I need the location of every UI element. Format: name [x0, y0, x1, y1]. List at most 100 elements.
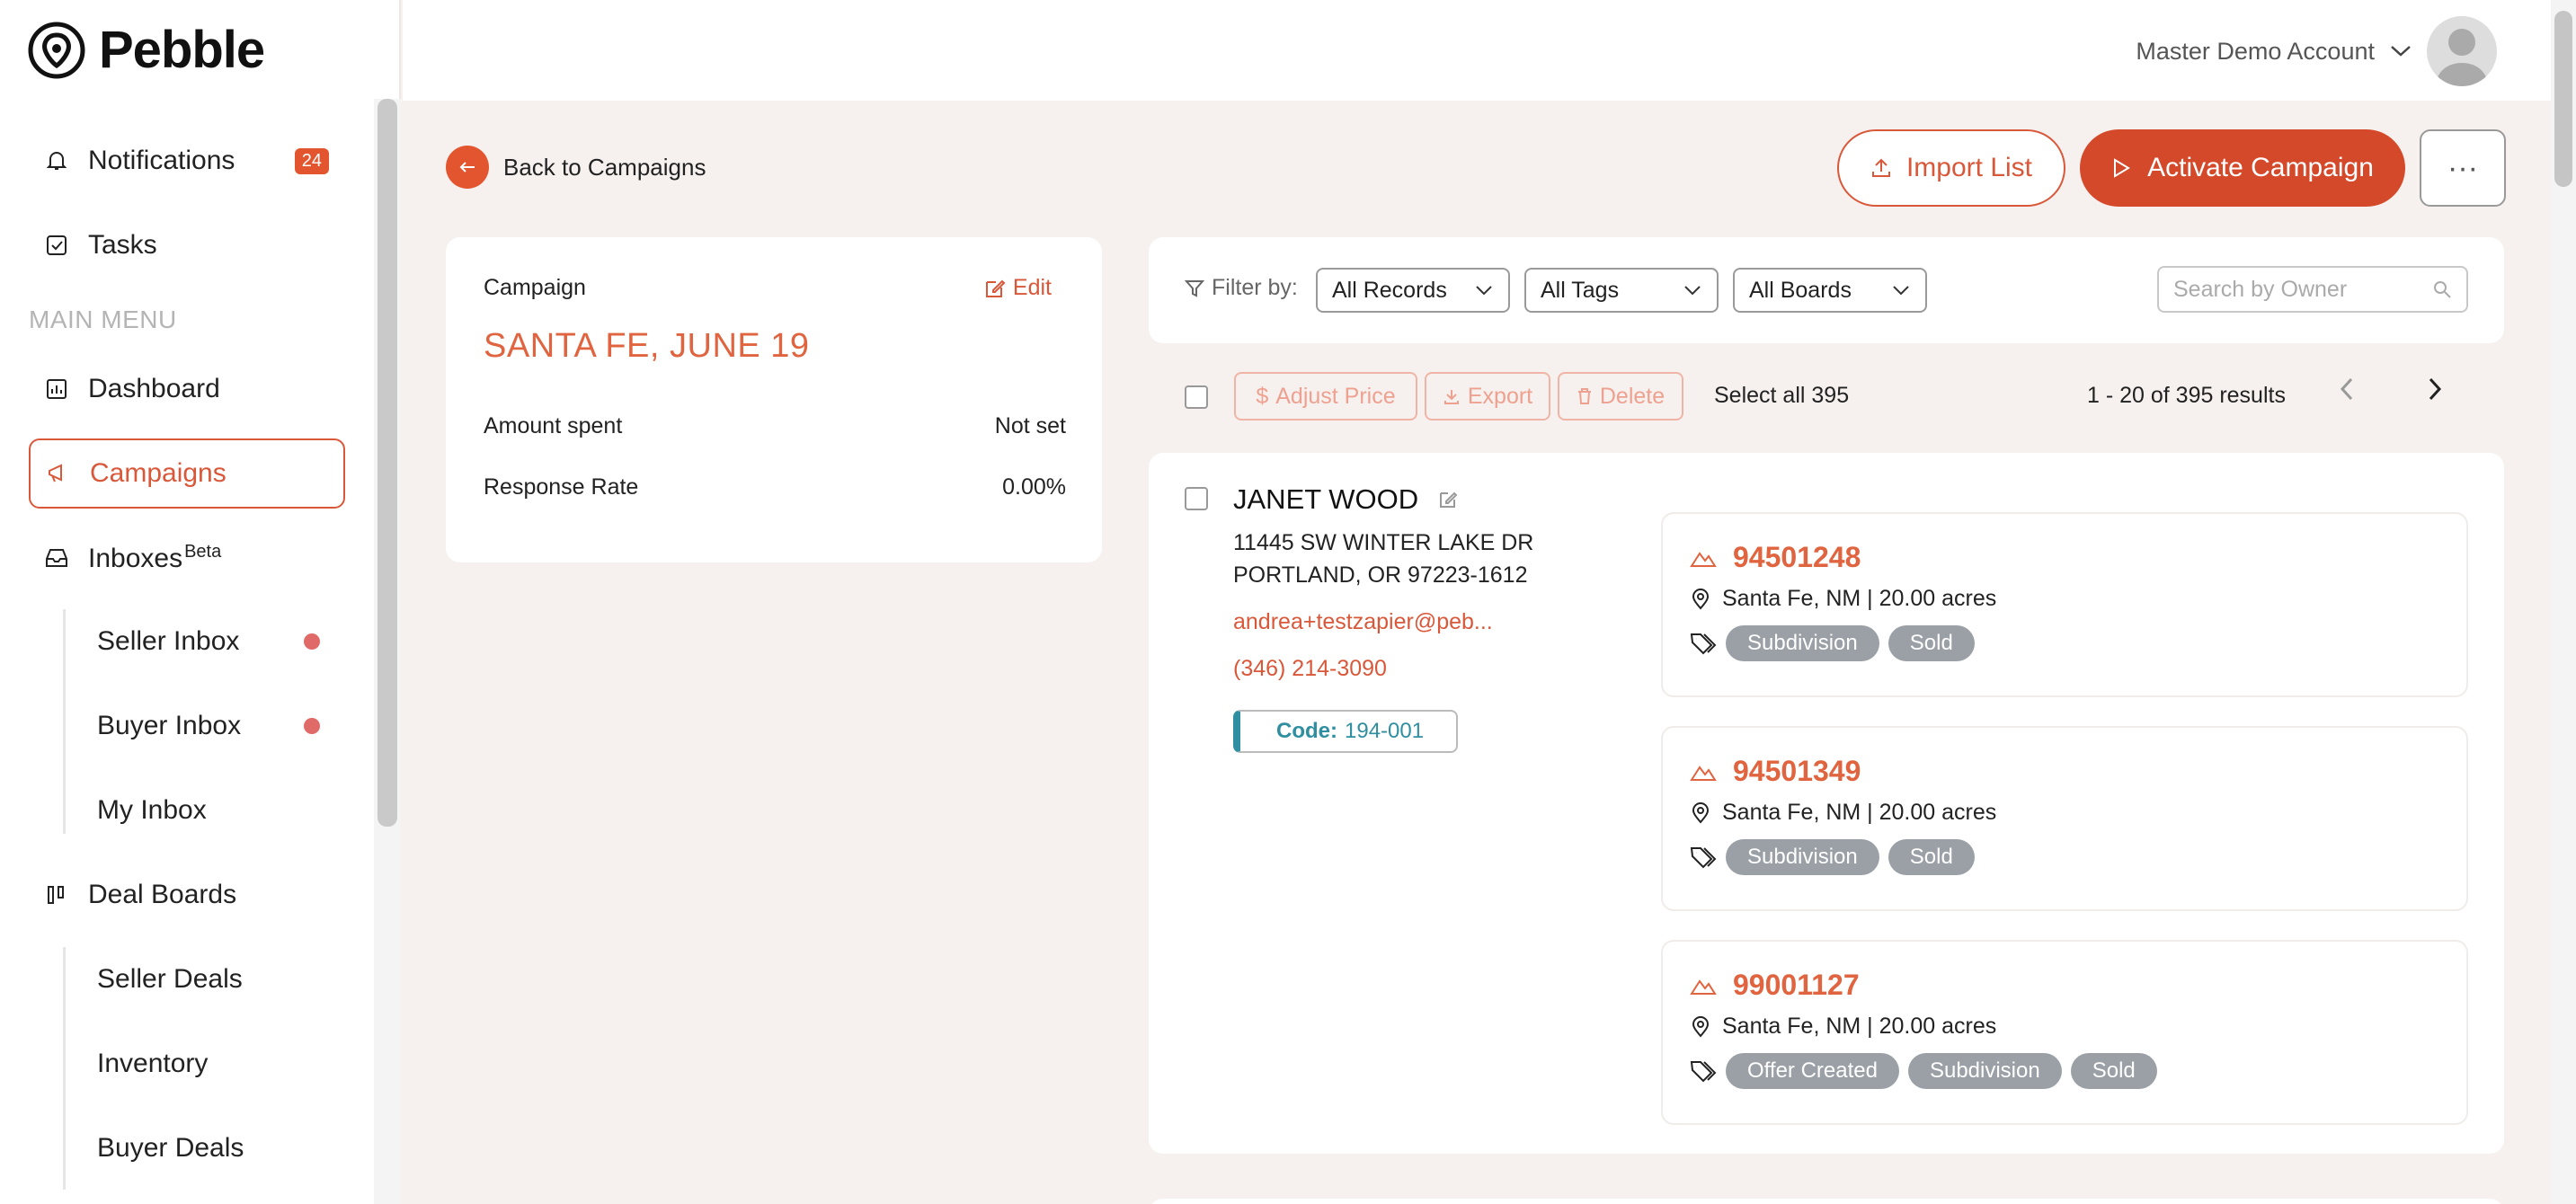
inbox-subnav-line [63, 609, 66, 834]
records-filter-select[interactable]: All Records [1316, 268, 1510, 313]
code-label: Code: [1276, 719, 1337, 743]
filter-bar: Filter by: All Records All Tags All Boar… [1149, 237, 2504, 343]
property-location-text: Santa Fe, NM | 20.00 acres [1722, 586, 1997, 611]
property-id[interactable]: 94501248 [1690, 541, 1861, 574]
code-value: 194-001 [1345, 719, 1425, 743]
pebble-logo[interactable]: Pebble [27, 20, 265, 80]
tag-offer-created: Offer Created [1726, 1053, 1899, 1089]
activate-campaign-label: Activate Campaign [2147, 153, 2374, 182]
response-rate-value: 0.00% [1002, 474, 1066, 500]
property-card[interactable]: 94501349 Santa Fe, NM | 20.00 acres Subd… [1661, 726, 2468, 911]
tags-icon [1690, 847, 1717, 869]
select-all-checkbox[interactable] [1185, 385, 1208, 409]
arrow-left-icon [446, 146, 489, 189]
property-id[interactable]: 99001127 [1690, 969, 1860, 1002]
owner-search-input[interactable]: Search by Owner [2157, 266, 2468, 313]
nav-notifications-label: Notifications [88, 146, 235, 175]
sidebar-scrollbar[interactable] [378, 99, 397, 827]
property-id-text: 94501349 [1733, 755, 1861, 787]
avatar[interactable] [2427, 16, 2497, 86]
nav-buyer-inbox[interactable]: Buyer Inbox [97, 695, 349, 757]
dashboard-icon [45, 377, 68, 401]
deals-subnav-line [63, 947, 66, 1190]
edit-campaign-button[interactable]: Edit [984, 275, 1052, 301]
nav-seller-deals-label: Seller Deals [97, 964, 243, 994]
nav-inventory-label: Inventory [97, 1049, 209, 1078]
boards-filter-select[interactable]: All Boards [1733, 268, 1927, 313]
owner-phone-link[interactable]: (346) 214-3090 [1233, 656, 1387, 682]
chevron-right-icon [2429, 377, 2442, 401]
sidebar: Pebble Notifications 24 Tasks MAIN MENU … [0, 0, 401, 1204]
adjust-price-button[interactable]: $ Adjust Price [1234, 372, 1417, 421]
tags-filter-select[interactable]: All Tags [1524, 268, 1719, 313]
page-scrollbar[interactable] [2554, 11, 2572, 187]
property-tags: Subdivision Sold [1690, 625, 1975, 661]
nav-buyer-deals[interactable]: Buyer Deals [97, 1117, 349, 1180]
nav-deal-boards-label: Deal Boards [88, 880, 237, 909]
property-location-text: Santa Fe, NM | 20.00 acres [1722, 800, 1997, 825]
tag-sold: Sold [2070, 1053, 2157, 1089]
previous-page-button[interactable] [2337, 376, 2357, 410]
tag-sold: Sold [1888, 839, 1975, 875]
campaign-label: Campaign [484, 275, 586, 300]
results-count: 1 - 20 of 395 results [2087, 383, 2286, 408]
back-to-campaigns-link[interactable]: Back to Campaigns [446, 146, 706, 189]
nav-tasks-label: Tasks [88, 230, 157, 260]
response-rate-label: Response Rate [484, 474, 639, 500]
record-card: JANET WOOD 11445 SW WINTER LAKE DR PORTL… [1149, 453, 2504, 1154]
edit-icon [985, 279, 1006, 297]
response-rate-row: Response Rate 0.00% [484, 474, 1066, 500]
next-page-button[interactable] [2425, 376, 2445, 410]
owner-name-text: JANET WOOD [1233, 483, 1419, 515]
map-pin-icon [1692, 1015, 1710, 1038]
unread-dot [304, 633, 320, 650]
export-button[interactable]: Export [1425, 372, 1550, 421]
checkbox-icon [45, 234, 68, 257]
chevron-down-icon [2391, 46, 2411, 57]
nav-seller-deals[interactable]: Seller Deals [97, 948, 349, 1011]
select-all-link[interactable]: Select all 395 [1714, 383, 1849, 409]
nav-seller-inbox[interactable]: Seller Inbox [97, 610, 349, 673]
property-id[interactable]: 94501349 [1690, 755, 1861, 788]
nav-inventory[interactable]: Inventory [97, 1032, 349, 1095]
property-card[interactable]: 94501248 Santa Fe, NM | 20.00 acres Subd… [1661, 512, 2468, 697]
beta-badge: Beta [184, 542, 222, 562]
more-options-button[interactable]: ··· [2420, 129, 2506, 207]
nav-deal-boards[interactable]: Deal Boards [29, 860, 345, 930]
nav-buyer-inbox-label: Buyer Inbox [97, 711, 242, 740]
tag-subdivision: Subdivision [1726, 625, 1879, 661]
campaign-summary-card: Campaign Edit SANTA FE, JUNE 19 Amount s… [446, 237, 1102, 562]
campaign-name: SANTA FE, JUNE 19 [484, 327, 810, 365]
delete-button[interactable]: Delete [1558, 372, 1683, 421]
activate-campaign-button[interactable]: Activate Campaign [2080, 129, 2405, 207]
amount-spent-row: Amount spent Not set [484, 413, 1066, 439]
land-icon [1690, 551, 1717, 567]
import-list-button[interactable]: Import List [1837, 129, 2065, 207]
chevron-down-icon [1476, 286, 1492, 296]
property-card[interactable]: 99001127 Santa Fe, NM | 20.00 acres Offe… [1661, 940, 2468, 1125]
export-label: Export [1467, 383, 1533, 409]
nav-buyer-deals-label: Buyer Deals [97, 1133, 244, 1163]
nav-campaigns[interactable]: Campaigns [29, 438, 345, 509]
nav-notifications[interactable]: Notifications 24 [29, 126, 345, 196]
unread-dot [304, 718, 320, 734]
filter-icon [1185, 279, 1204, 297]
edit-icon[interactable] [1438, 490, 1458, 509]
nav-tasks[interactable]: Tasks [29, 210, 345, 280]
adjust-price-label: Adjust Price [1275, 383, 1396, 409]
nav-inboxes[interactable]: Inboxes Beta [29, 523, 345, 593]
owner-email-link[interactable]: andrea+testzapier@peb... [1233, 609, 1493, 635]
property-tags: Offer Created Subdivision Sold [1690, 1053, 2157, 1089]
account-menu[interactable]: Master Demo Account [2136, 16, 2497, 86]
nav-dashboard[interactable]: Dashboard [29, 354, 345, 424]
dollar-icon: $ [1256, 383, 1269, 409]
record-checkbox[interactable] [1185, 487, 1208, 510]
records-filter-value: All Records [1332, 277, 1447, 303]
nav-dashboard-label: Dashboard [88, 374, 220, 403]
boards-filter-value: All Boards [1749, 277, 1852, 303]
property-location-text: Santa Fe, NM | 20.00 acres [1722, 1014, 1997, 1039]
owner-name: JANET WOOD [1233, 483, 1458, 516]
tags-icon [1690, 1061, 1717, 1083]
tag-subdivision: Subdivision [1726, 839, 1879, 875]
nav-my-inbox[interactable]: My Inbox [97, 779, 349, 842]
